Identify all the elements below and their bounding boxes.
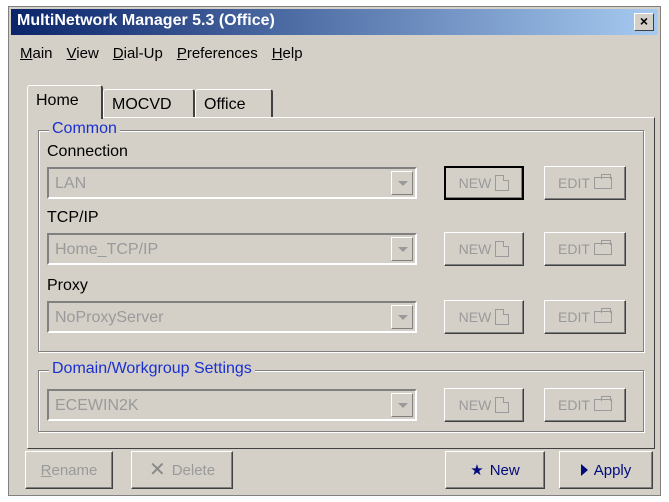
play-arrow-icon bbox=[580, 464, 588, 476]
menu-bar: Main View Dial-Up Preferences Help bbox=[13, 41, 310, 65]
tcpip-value: Home_TCP/IP bbox=[55, 241, 159, 258]
domain-legend: Domain/Workgroup Settings bbox=[49, 360, 255, 378]
domain-group: Domain/Workgroup Settings ECEWIN2K NEW E… bbox=[38, 360, 644, 432]
chevron-down-icon[interactable] bbox=[391, 305, 413, 329]
tab-home[interactable]: Home bbox=[27, 85, 103, 119]
apply-button[interactable]: Apply bbox=[559, 451, 653, 489]
main-window: MultiNetwork Manager 5.3 (Office) × Main… bbox=[8, 6, 661, 496]
rename-button[interactable]: Rename bbox=[25, 451, 113, 489]
tcpip-select[interactable]: Home_TCP/IP bbox=[47, 233, 417, 265]
tcpip-new-button[interactable]: NEW bbox=[444, 232, 524, 266]
menu-view[interactable]: View bbox=[60, 41, 106, 65]
open-folder-icon bbox=[593, 308, 612, 323]
window-title: MultiNetwork Manager 5.3 (Office) bbox=[17, 12, 275, 29]
chevron-down-icon[interactable] bbox=[391, 237, 413, 261]
tab-mocvd[interactable]: MOCVD bbox=[103, 89, 195, 117]
close-button[interactable]: × bbox=[634, 13, 654, 31]
tab-office[interactable]: Office bbox=[195, 89, 273, 117]
delete-button[interactable]: ✕ Delete bbox=[131, 451, 233, 489]
new-document-icon bbox=[495, 309, 510, 325]
domain-value: ECEWIN2K bbox=[55, 397, 139, 414]
menu-help[interactable]: Help bbox=[265, 41, 310, 65]
menu-main[interactable]: Main bbox=[13, 41, 60, 65]
tcpip-label: TCP/IP bbox=[47, 209, 99, 226]
proxy-new-button[interactable]: NEW bbox=[444, 300, 524, 334]
menu-preferences[interactable]: Preferences bbox=[170, 41, 265, 65]
connection-edit-button[interactable]: EDIT bbox=[544, 166, 626, 200]
close-icon: × bbox=[639, 13, 649, 29]
open-folder-icon bbox=[593, 396, 612, 411]
new-profile-button[interactable]: ★ New bbox=[445, 451, 545, 489]
domain-select[interactable]: ECEWIN2K bbox=[47, 389, 417, 421]
new-document-icon bbox=[495, 397, 510, 413]
domain-new-button[interactable]: NEW bbox=[444, 388, 524, 422]
x-icon: ✕ bbox=[148, 459, 166, 481]
new-document-icon bbox=[495, 175, 510, 191]
star-icon: ★ bbox=[470, 462, 484, 479]
proxy-value: NoProxyServer bbox=[55, 309, 164, 326]
open-folder-icon bbox=[593, 240, 612, 255]
menu-dial-up[interactable]: Dial-Up bbox=[106, 41, 170, 65]
common-legend: Common bbox=[49, 120, 120, 138]
connection-label: Connection bbox=[47, 143, 128, 160]
chevron-down-icon[interactable] bbox=[391, 393, 413, 417]
title-bar[interactable]: MultiNetwork Manager 5.3 (Office) × bbox=[11, 9, 658, 35]
proxy-select[interactable]: NoProxyServer bbox=[47, 301, 417, 333]
proxy-edit-button[interactable]: EDIT bbox=[544, 300, 626, 334]
tab-panel-home: Common Connection LAN NEW EDIT TCP/IP Ho… bbox=[27, 117, 655, 449]
open-folder-icon bbox=[593, 174, 612, 189]
connection-select[interactable]: LAN bbox=[47, 167, 417, 199]
domain-edit-button[interactable]: EDIT bbox=[544, 388, 626, 422]
connection-new-button[interactable]: NEW bbox=[444, 166, 524, 200]
common-group: Common Connection LAN NEW EDIT TCP/IP Ho… bbox=[38, 120, 644, 352]
chevron-down-icon[interactable] bbox=[391, 171, 413, 195]
proxy-label: Proxy bbox=[47, 277, 88, 294]
new-document-icon bbox=[495, 241, 510, 257]
connection-value: LAN bbox=[55, 175, 87, 192]
tcpip-edit-button[interactable]: EDIT bbox=[544, 232, 626, 266]
